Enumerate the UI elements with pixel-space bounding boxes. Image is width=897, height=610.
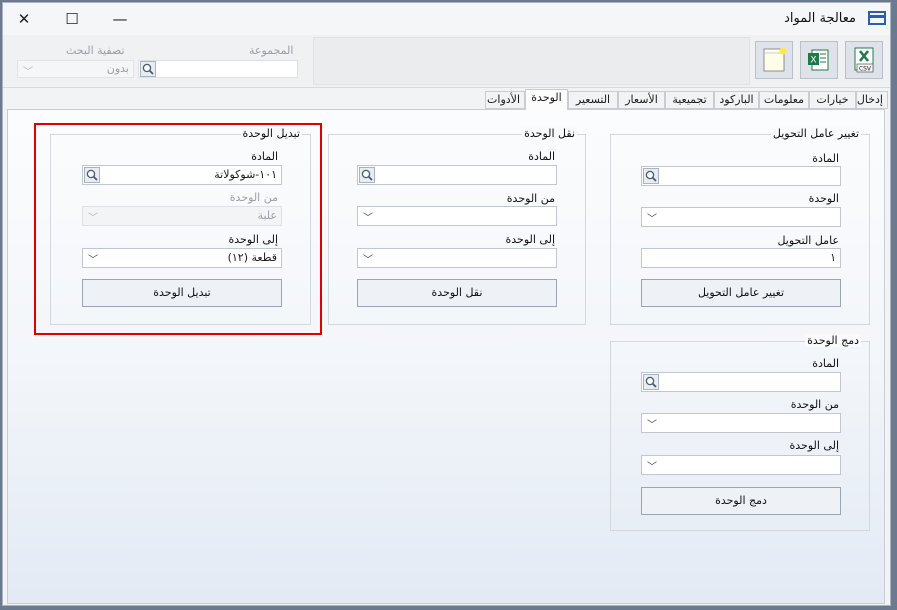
from-unit-label: من الوحدة — [506, 192, 555, 205]
factor-label: عامل التحويل — [777, 234, 839, 247]
tab-aggregate[interactable]: تجميعية — [665, 91, 714, 109]
search-icon[interactable] — [643, 374, 659, 390]
minimize-button[interactable]: — — [103, 7, 137, 31]
chevron-down-icon: ﹀ — [88, 255, 98, 266]
search-icon[interactable] — [359, 167, 375, 183]
material-label: المادة — [251, 150, 278, 163]
to-unit-label: إلى الوحدة — [505, 233, 556, 246]
new-document-button[interactable] — [755, 41, 793, 79]
material-input[interactable] — [641, 166, 841, 186]
to-unit-value: قطعة (١٢) — [227, 251, 277, 264]
from-unit-select[interactable]: ﹀ — [357, 206, 557, 226]
tab-info[interactable]: معلومات — [759, 91, 809, 109]
to-unit-select[interactable]: ﹀ — [357, 248, 557, 268]
material-value: ١٠١-شوكولاتة — [214, 168, 277, 181]
from-unit-select[interactable]: ﹀ — [641, 413, 841, 433]
search-icon[interactable] — [643, 168, 659, 184]
group-input[interactable] — [138, 60, 298, 78]
chevron-down-icon: ﹀ — [647, 462, 657, 473]
to-unit-select[interactable]: ﹀ قطعة (١٢) — [82, 248, 282, 268]
group-title: نقل الوحدة — [522, 127, 577, 140]
tab-unit[interactable]: الوحدة — [525, 89, 568, 110]
to-unit-select[interactable]: ﹀ — [641, 455, 841, 475]
window-icon — [868, 11, 886, 25]
factor-input[interactable]: ١ — [641, 248, 841, 268]
chevron-down-icon: ﹀ — [647, 420, 657, 431]
app-window: ✕ ☐ — معالجة المواد المجموعة تصفية البحث… — [2, 2, 891, 606]
svg-text:X: X — [810, 56, 816, 66]
merge-unit-group: دمج الوحدة المادة من الوحدة ﹀ إلى الوحدة… — [610, 334, 870, 531]
material-label: المادة — [812, 152, 839, 165]
swap-unit-group: تبديل الوحدة المادة ١٠١-شوكولاتة من الوح… — [50, 127, 311, 325]
to-unit-label: إلى الوحدة — [228, 233, 279, 246]
chevron-down-icon: ﹀ — [23, 67, 33, 78]
move-unit-button[interactable]: نقل الوحدة — [357, 279, 557, 307]
tab-prices[interactable]: الأسعار — [618, 91, 665, 109]
from-unit-value: علبة — [257, 209, 277, 222]
tab-pricing[interactable]: التسعير — [568, 91, 618, 109]
group-title: تبديل الوحدة — [240, 127, 302, 140]
excel-icon: X — [808, 49, 829, 71]
chevron-down-icon: ﹀ — [647, 214, 657, 225]
to-unit-label: إلى الوحدة — [789, 439, 840, 452]
from-unit-select: ﹀ علبة — [82, 206, 282, 226]
search-icon[interactable] — [140, 61, 156, 77]
csv-icon: CSV — [854, 47, 874, 73]
search-icon[interactable] — [84, 167, 100, 183]
merge-unit-button[interactable]: دمج الوحدة — [641, 487, 841, 515]
from-unit-label: من الوحدة — [790, 398, 839, 411]
move-unit-group: نقل الوحدة المادة من الوحدة ﹀ إلى الوحدة… — [328, 127, 586, 325]
filter-value: بدون — [106, 62, 129, 75]
svg-text:CSV: CSV — [859, 66, 872, 73]
toolbar: المجموعة تصفية البحث ﹀ بدون X CSV — [3, 35, 890, 88]
unit-select[interactable]: ﹀ — [641, 207, 841, 227]
filter-select[interactable]: ﹀ بدون — [17, 60, 134, 78]
change-factor-group: تغيير عامل التحويل المادة الوحدة ﹀ عامل … — [610, 127, 870, 325]
document-icon — [763, 47, 787, 72]
tab-options[interactable]: خيارات — [809, 91, 856, 109]
tab-strip: إدخال خيارات معلومات الباركود تجميعية ال… — [3, 89, 890, 110]
change-factor-button[interactable]: تغيير عامل التحويل — [641, 279, 841, 307]
chevron-down-icon: ﹀ — [363, 213, 373, 224]
filter-label: تصفية البحث — [66, 44, 125, 57]
material-label: المادة — [528, 150, 555, 163]
group-label: المجموعة — [249, 44, 294, 57]
chevron-down-icon: ﹀ — [363, 255, 373, 266]
material-input[interactable] — [641, 372, 841, 392]
toolbar-empty-panel — [313, 37, 750, 85]
tab-content-unit: تغيير عامل التحويل المادة الوحدة ﹀ عامل … — [7, 109, 885, 604]
tab-barcode[interactable]: الباركود — [714, 91, 759, 109]
group-title: تغيير عامل التحويل — [770, 127, 861, 140]
close-button[interactable]: ✕ — [7, 7, 41, 31]
maximize-button[interactable]: ☐ — [55, 7, 89, 31]
material-label: المادة — [812, 357, 839, 370]
csv-export-button[interactable]: CSV — [845, 41, 883, 79]
group-title: دمج الوحدة — [805, 334, 861, 347]
tab-input[interactable]: إدخال — [856, 91, 888, 109]
material-input[interactable] — [357, 165, 557, 185]
from-unit-label: من الوحدة — [229, 191, 278, 204]
chevron-down-icon: ﹀ — [88, 213, 98, 224]
factor-value: ١ — [830, 251, 836, 264]
tab-tools[interactable]: الأدوات — [485, 91, 525, 109]
unit-label: الوحدة — [808, 192, 839, 205]
title-bar: ✕ ☐ — معالجة المواد — [3, 3, 890, 35]
excel-export-button[interactable]: X — [800, 41, 838, 79]
material-input[interactable]: ١٠١-شوكولاتة — [82, 165, 282, 185]
window-title: معالجة المواد — [784, 11, 856, 26]
swap-unit-button[interactable]: تبديل الوحدة — [82, 279, 282, 307]
